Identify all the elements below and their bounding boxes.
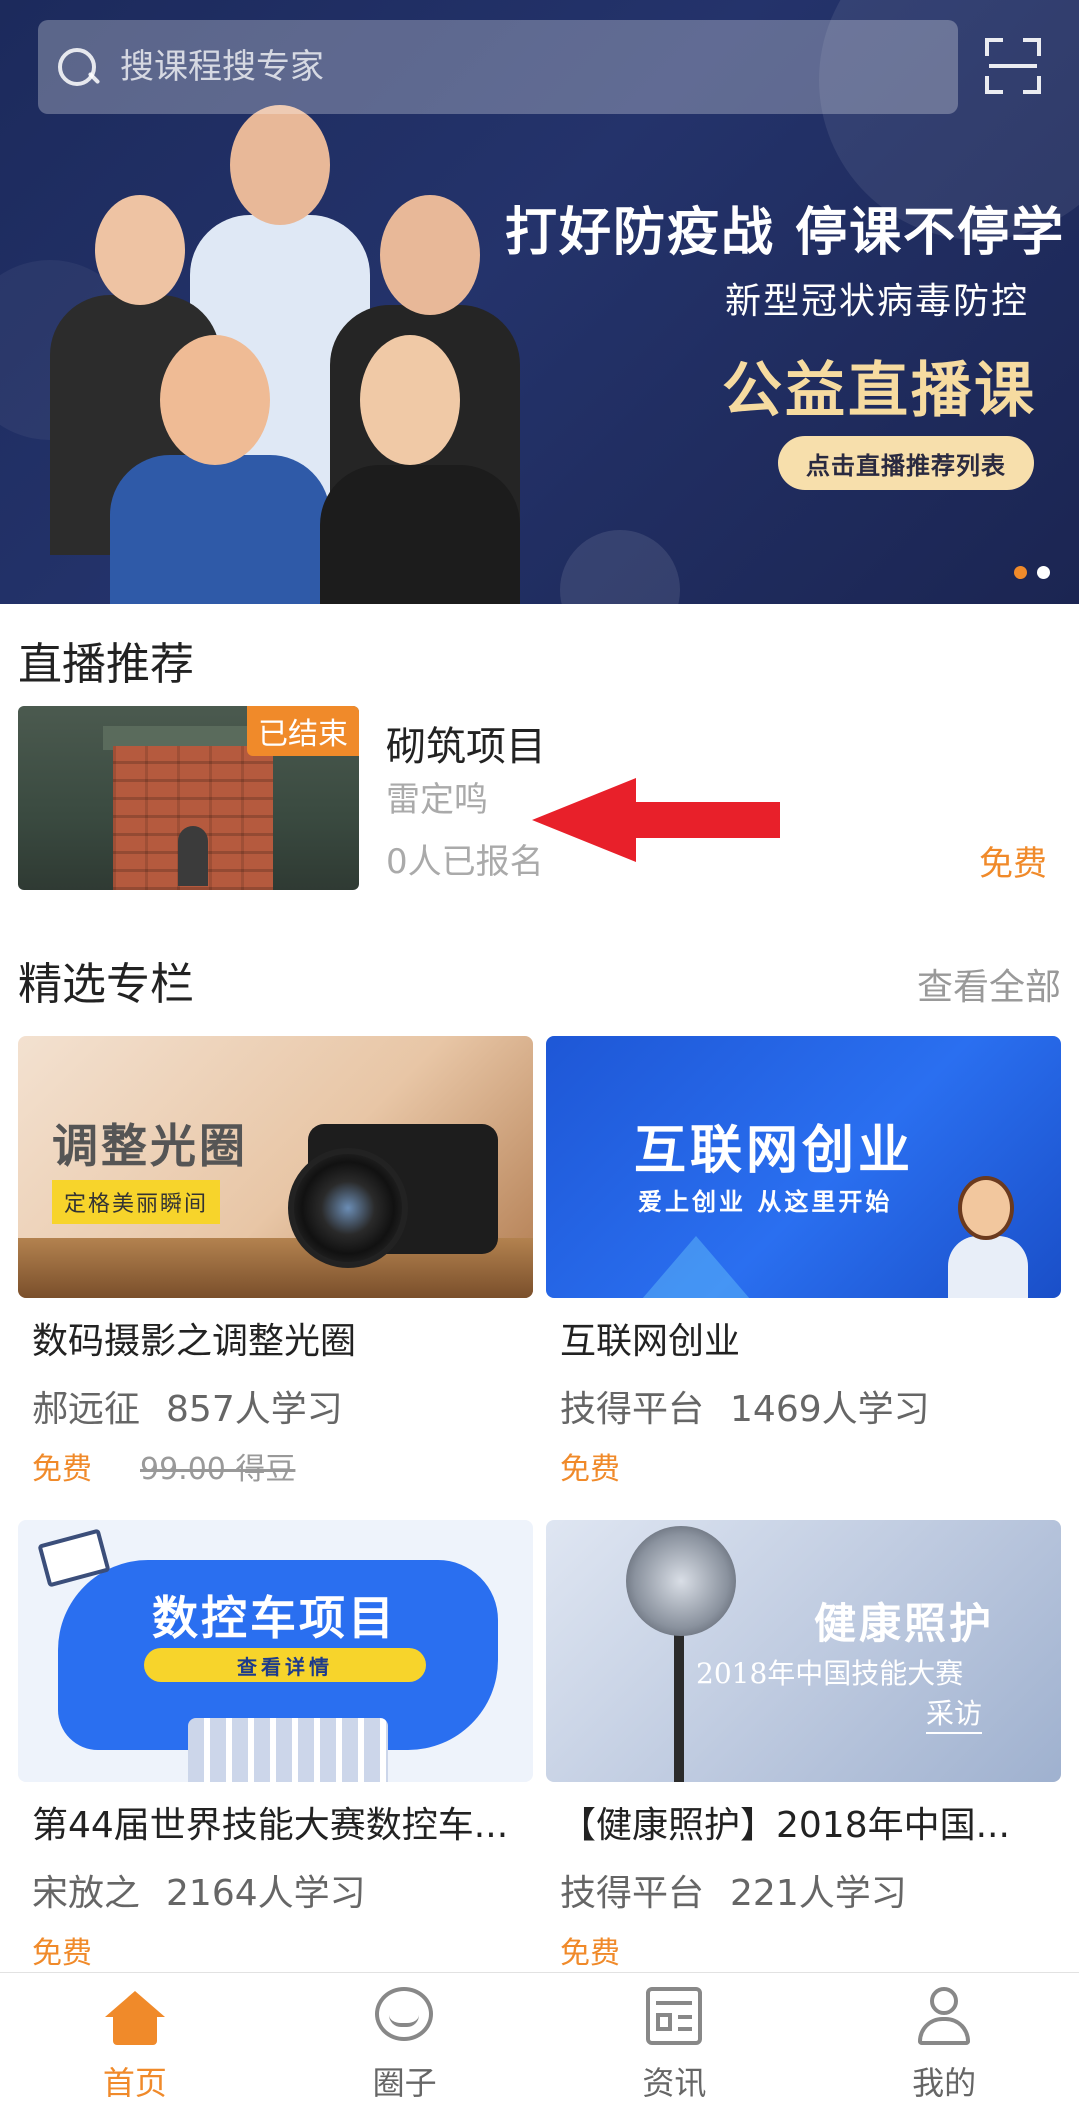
thumbnail-pill: 查看详情	[144, 1648, 426, 1682]
carousel-indicator	[1014, 566, 1050, 579]
scan-icon[interactable]	[985, 38, 1041, 94]
course-author: 技得平台	[560, 1873, 705, 1914]
banner-experts-photo	[40, 95, 600, 604]
cartoon-man-image	[948, 1236, 1028, 1298]
search-input[interactable]	[120, 47, 900, 87]
bottom-nav: 首页 圈子 资讯 我的	[0, 1972, 1079, 2104]
nav-item-circle[interactable]: 圈子	[270, 1973, 540, 2104]
live-course-thumbnail: 已结束	[18, 706, 359, 890]
course-learners: 2164人学习	[166, 1873, 366, 1914]
chat-bubble-icon	[373, 1985, 437, 2048]
course-price: 免费	[560, 1936, 620, 1971]
banner-subtitle: 新型冠状病毒防控	[725, 281, 1030, 322]
news-icon	[642, 1985, 706, 2048]
home-icon	[103, 1985, 167, 2048]
thumbnail-title: 调整光圈	[52, 1119, 248, 1173]
carousel-dot-active[interactable]	[1014, 566, 1027, 579]
banner-title: 打好防疫战 停课不停学	[505, 203, 1066, 263]
course-price-row: 免费 99.00 得豆	[32, 1444, 533, 1488]
live-list-button[interactable]: 点击直播推荐列表	[778, 436, 1034, 490]
nav-item-home[interactable]: 首页	[0, 1973, 270, 2104]
live-course-price: 免费	[979, 844, 1047, 884]
stethoscope-image	[626, 1526, 736, 1636]
live-course-title: 砌筑项目	[386, 724, 546, 770]
course-thumbnail: 健康照护 2018年中国技能大赛 采访	[546, 1520, 1061, 1782]
course-price: 免费	[32, 1452, 92, 1487]
course-thumbnail: 互联网创业 爱上创业 从这里开始	[546, 1036, 1061, 1298]
course-price: 免费	[560, 1452, 620, 1487]
featured-section-title: 精选专栏	[18, 959, 194, 1010]
course-price: 免费	[32, 1936, 92, 1971]
status-badge: 已结束	[247, 706, 359, 756]
course-price-row: 免费	[32, 1928, 533, 1972]
banner-headline: 公益直播课	[722, 356, 1037, 426]
keyboard-image	[188, 1718, 388, 1782]
course-title: 【健康照护】2018年中国...	[560, 1805, 1010, 1846]
course-learners: 221人学习	[730, 1873, 907, 1914]
course-card[interactable]: 互联网创业 爱上创业 从这里开始 互联网创业 技得平台 1469人学习 免费	[546, 1036, 1061, 1488]
user-icon	[912, 1985, 976, 2048]
course-author: 郝远征	[32, 1389, 141, 1430]
course-author: 技得平台	[560, 1389, 705, 1430]
nav-item-news[interactable]: 资讯	[540, 1973, 810, 2104]
course-card[interactable]: 健康照护 2018年中国技能大赛 采访 【健康照护】2018年中国... 技得平…	[546, 1520, 1061, 1972]
nav-label: 我的	[912, 2064, 977, 2102]
red-arrow-annotation	[532, 778, 780, 862]
course-original-price: 99.00 得豆	[140, 1452, 296, 1487]
thumbnail-subtitle: 2018年中国技能大赛	[696, 1657, 964, 1690]
course-thumbnail: 数控车项目 查看详情	[18, 1520, 533, 1782]
nav-label: 资讯	[642, 2064, 707, 2102]
camera-lens-image	[288, 1148, 408, 1268]
thumbnail-subtitle: 爱上创业 从这里开始	[638, 1188, 893, 1216]
course-thumbnail: 调整光圈 定格美丽瞬间	[18, 1036, 533, 1298]
course-learners: 857人学习	[166, 1389, 343, 1430]
search-icon	[54, 44, 100, 90]
hero-banner[interactable]: 打好防疫战 停课不停学 新型冠状病毒防控 公益直播课 点击直播推荐列表	[0, 0, 1079, 604]
cartoon-man-image	[958, 1176, 1014, 1240]
course-meta: 宋放之 2164人学习	[32, 1864, 533, 1916]
course-author: 宋放之	[32, 1873, 141, 1914]
nav-label: 首页	[102, 2064, 167, 2102]
nav-label: 圈子	[372, 2064, 437, 2102]
thumbnail-title: 健康照护	[814, 1599, 995, 1648]
thumbnail-title: 互联网创业	[634, 1121, 915, 1181]
course-card[interactable]: 数控车项目 查看详情 第44届世界技能大赛数控车... 宋放之 2164人学习 免…	[18, 1520, 533, 1972]
course-meta: 技得平台 221人学习	[560, 1864, 1061, 1916]
course-title: 互联网创业	[560, 1321, 741, 1362]
live-course-teacher: 雷定鸣	[386, 780, 488, 820]
search-bar[interactable]	[38, 20, 958, 114]
course-price-row: 免费	[560, 1928, 1061, 1972]
see-all-link[interactable]: 查看全部	[917, 958, 1061, 1010]
live-section-title: 直播推荐	[18, 639, 194, 690]
course-learners: 1469人学习	[730, 1389, 930, 1430]
course-price-row: 免费	[560, 1444, 1061, 1488]
course-meta: 技得平台 1469人学习	[560, 1380, 1061, 1432]
thumbnail-tag: 定格美丽瞬间	[52, 1180, 221, 1224]
live-course-enrolled: 0人已报名	[386, 842, 544, 882]
course-meta: 郝远征 857人学习	[32, 1380, 533, 1432]
course-title: 第44届世界技能大赛数控车...	[32, 1805, 509, 1846]
thumbnail-subtitle-2: 采访	[926, 1692, 983, 1734]
course-card[interactable]: 调整光圈 定格美丽瞬间 数码摄影之调整光圈 郝远征 857人学习 免费 99.00 …	[18, 1036, 533, 1488]
thumbnail-title: 数控车项目	[152, 1591, 397, 1645]
carousel-dot[interactable]	[1037, 566, 1050, 579]
course-title: 数码摄影之调整光圈	[32, 1321, 357, 1362]
nav-item-profile[interactable]: 我的	[809, 1973, 1079, 2104]
